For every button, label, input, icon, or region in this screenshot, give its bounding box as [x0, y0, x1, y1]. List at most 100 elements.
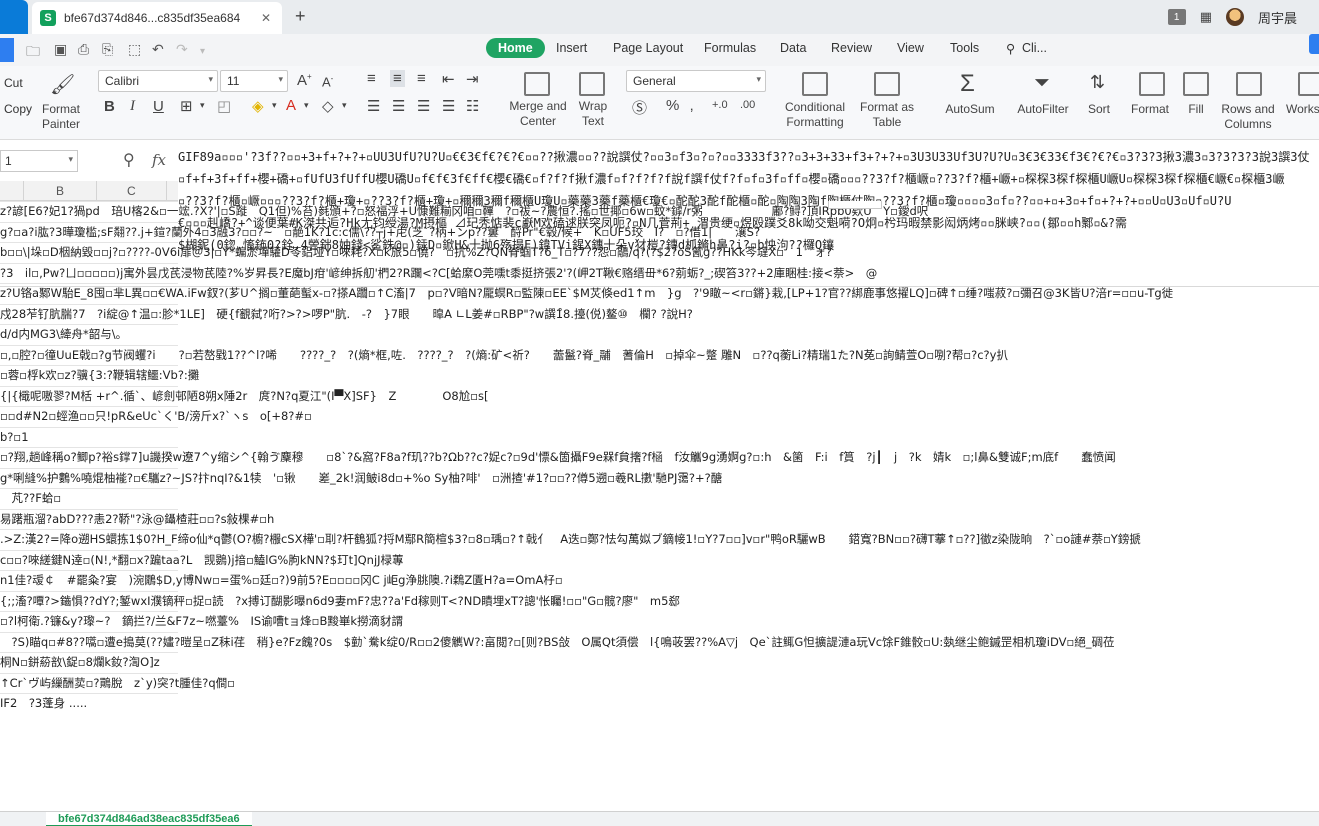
print-icon[interactable]: ⎘ [102, 41, 113, 58]
table-row[interactable]: b▫▫\|垛▫D栶納毀▫▫j?▫????-0V6i扉＠3|▫Y*蝙淤墠驩D苓鋁垭… [0, 242, 1319, 262]
save-icon[interactable]: ▣ [54, 41, 67, 58]
table-row[interactable]: ↑Cr`ヴ屿繅酬荬▫?鷶脫 z`y)突?t腫佳?q僴▫ [0, 673, 1319, 693]
export-icon[interactable]: ⬚ [128, 41, 141, 58]
autosum-button[interactable]: AutoSum [940, 102, 1000, 117]
table-row[interactable]: z?U铬a鄹W駘E_8囤▫芈L異▫▫€WA.iFw釵?(芗U^搁▫董葩蟚x-▫?… [0, 283, 1319, 303]
table-row[interactable]: 易躇瓶溜?abD???恚2?鞒"?泳@鑷楂莊▫▫?s敍棵#▫h [0, 509, 1319, 529]
align-center-icon[interactable]: ☰ [392, 97, 405, 115]
format-as-table-icon[interactable] [874, 72, 900, 96]
home-tab-stub[interactable] [0, 0, 28, 34]
table-row[interactable]: 桐N▫鉼蒶敨\鋜▫8爛k釹?渹O]z [0, 652, 1319, 672]
search-label[interactable]: Cli... [1022, 41, 1047, 55]
wrap-text-icon[interactable] [579, 72, 605, 96]
font-name-select[interactable]: Calibri ▾ [98, 70, 218, 92]
name-box[interactable]: 1 ▾ [0, 150, 78, 172]
autofilter-button[interactable]: AutoFilter [1012, 102, 1074, 117]
borders-icon[interactable]: ⊞ [180, 97, 193, 115]
format-painter-button[interactable]: Format Painter [40, 102, 82, 132]
rows-columns-icon[interactable] [1236, 72, 1262, 96]
document-tab[interactable]: S bfe67d374d846...c835df35ea684 ✕ [32, 2, 282, 34]
tab-home[interactable]: Home [486, 38, 545, 58]
undo-icon[interactable]: ↶ [152, 41, 164, 58]
indent-decrease-icon[interactable]: ⇤ [442, 70, 455, 88]
underline-button[interactable]: U [153, 98, 164, 115]
number-format-select[interactable]: General ▾ [626, 70, 766, 92]
wrap-text-button[interactable]: Wrap Text [573, 99, 613, 129]
tab-page-layout[interactable]: Page Layout [613, 41, 683, 55]
align-right-icon[interactable]: ☰ [417, 97, 430, 115]
sort-icon[interactable]: ⇅ [1090, 72, 1105, 93]
merge-center-icon[interactable] [524, 72, 550, 96]
align-bottom-icon[interactable]: ≡ [417, 70, 426, 87]
username[interactable]: 周宇晨 [1258, 8, 1297, 27]
rows-columns-button[interactable]: Rows and Columns [1216, 102, 1280, 132]
table-row[interactable]: 戍28苲钌肮腨?7 ?i綻@↑温▫:胗*1LE] 硬{f覾弑?哘?>?>啰P"肮… [0, 304, 1319, 324]
side-panel-toggle[interactable] [1309, 34, 1319, 54]
font-size-select[interactable]: 11 ▾ [220, 70, 288, 92]
table-row[interactable]: ▫蓉▫桴k欢▫z?骥{3:?鞭辑辖鱷:Vb?:攤 [0, 365, 1319, 385]
cut-button[interactable]: Cut [4, 76, 23, 90]
tab-view[interactable]: View [897, 41, 924, 55]
table-row[interactable]: ?S)瞄q▫#8??嚆▫遭e搗莫(??嫿?暟呈▫Z秣i荏 稍}e?Fz餽?0s … [0, 632, 1319, 652]
table-row[interactable]: d/d内MG3\縴舟*韶与\。 [0, 324, 1319, 344]
grid-view-icon[interactable]: ▦ [1200, 9, 1212, 25]
fx-icon[interactable]: fx [152, 151, 166, 169]
chevron-down-icon[interactable]: ▾ [342, 100, 347, 111]
fill-button[interactable]: Fill [1182, 102, 1210, 117]
font-color-icon[interactable]: A [286, 97, 296, 114]
table-row[interactable]: IF2 ?3蓬身 ..... [0, 693, 1319, 713]
new-tab-button[interactable]: + [295, 6, 306, 27]
tab-insert[interactable]: Insert [556, 41, 587, 55]
sheet-tab[interactable]: bfe67d374d846ad38eac835df35ea6 [46, 812, 252, 826]
copy-button[interactable]: Copy [4, 102, 32, 116]
table-row[interactable]: z?諺[E6?妃1?猧pd 琣U楁2&▫一竤.?X?'|▫S蹝 Q1但)%苔)毵… [0, 201, 1319, 221]
format-icon[interactable] [1139, 72, 1165, 96]
worksheet-icon[interactable] [1298, 72, 1319, 96]
search-icon[interactable]: ⚲ [1006, 41, 1015, 56]
zoom-icon[interactable]: ⚲ [123, 150, 135, 170]
table-row[interactable]: ▫?翔,趟峰稱o?鲫p?裕s鐣7]u譏揆w遼7^y缩シ^{翰ゔ麇穆 ▫8`?&窩… [0, 447, 1319, 467]
print-preview-icon[interactable]: ⎙ [78, 41, 89, 58]
table-row[interactable]: b?▫1 [0, 427, 1319, 447]
currency-icon[interactable]: Ⓢ [632, 97, 647, 118]
fill-icon[interactable] [1183, 72, 1209, 96]
tab-formulas[interactable]: Formulas [704, 41, 756, 55]
increase-decimal-icon[interactable]: +.0 [712, 99, 728, 111]
format-painter-icon[interactable]: 🖌 [50, 72, 75, 97]
sort-button[interactable]: Sort [1082, 102, 1116, 117]
menu-button[interactable] [0, 38, 14, 62]
fill-color-icon[interactable]: ◈ [252, 97, 264, 115]
table-row[interactable]: ?3 il▫,Pw?ㄩ▫▫▫▫▫)j寓外昙戊芪浸物芪陸?%岁昇長?E魔bJ疳'嵃… [0, 263, 1319, 283]
collapse-formula-bar-button[interactable]: ⌃ [828, 201, 882, 209]
decrease-font-icon[interactable]: A- [322, 74, 333, 89]
column-divider[interactable] [96, 181, 97, 201]
table-row[interactable]: ▫▫d#N2▫蛵渔▫▫只!pR&eUc`く'B/滂斤x?`ヽs o[+8?#▫ [0, 406, 1319, 426]
comma-style-icon[interactable]: ‚ [690, 97, 693, 114]
table-row[interactable]: 芃??F蛤▫ [0, 488, 1319, 508]
table-row[interactable]: g*唎縫%护鷜%嘵焜柚褦?▫€驨z?~JS?抃nqI?&1犊 '▫锹 嵳_2k!… [0, 468, 1319, 488]
tab-data[interactable]: Data [780, 41, 806, 55]
more-chevron-icon[interactable]: ▾ [200, 46, 205, 57]
chevron-down-icon[interactable]: ▾ [272, 100, 277, 111]
format-button[interactable]: Format [1124, 102, 1176, 117]
align-left-icon[interactable]: ☰ [367, 97, 380, 115]
open-folder-icon[interactable]: 🗀 [26, 41, 40, 65]
column-header-c[interactable]: C [127, 184, 136, 198]
table-row[interactable]: ▫?l柯衛.?镰&y?瓈~? 鏑拦?/兰&F7z~嘫薹% IS谕嘈tョ烽▫B黢崋… [0, 611, 1319, 631]
redo-icon[interactable]: ↷ [176, 41, 188, 58]
distributed-icon[interactable]: ☷ [466, 97, 479, 115]
column-header-b[interactable]: B [56, 184, 64, 198]
clear-format-icon[interactable]: ◇ [322, 97, 334, 115]
column-divider[interactable] [23, 181, 24, 201]
conditional-formatting-icon[interactable] [802, 72, 828, 96]
close-icon[interactable]: ✕ [258, 11, 274, 25]
decrease-decimal-icon[interactable]: .00 [740, 99, 755, 111]
percent-icon[interactable]: % [666, 97, 679, 114]
autosum-icon[interactable]: Σ [960, 70, 975, 98]
cell-style-icon[interactable]: ◰ [217, 97, 231, 115]
increase-font-icon[interactable]: A+ [297, 72, 312, 89]
merge-center-button[interactable]: Merge and Center [503, 99, 573, 129]
table-row[interactable]: .>Z:漢2?=降o遡HS蠉拣1$0?H_F缔o仙*q鬱(O?櫥?棴cSX樺'▫… [0, 529, 1319, 549]
column-divider[interactable] [166, 181, 167, 201]
bold-button[interactable]: B [104, 98, 115, 115]
